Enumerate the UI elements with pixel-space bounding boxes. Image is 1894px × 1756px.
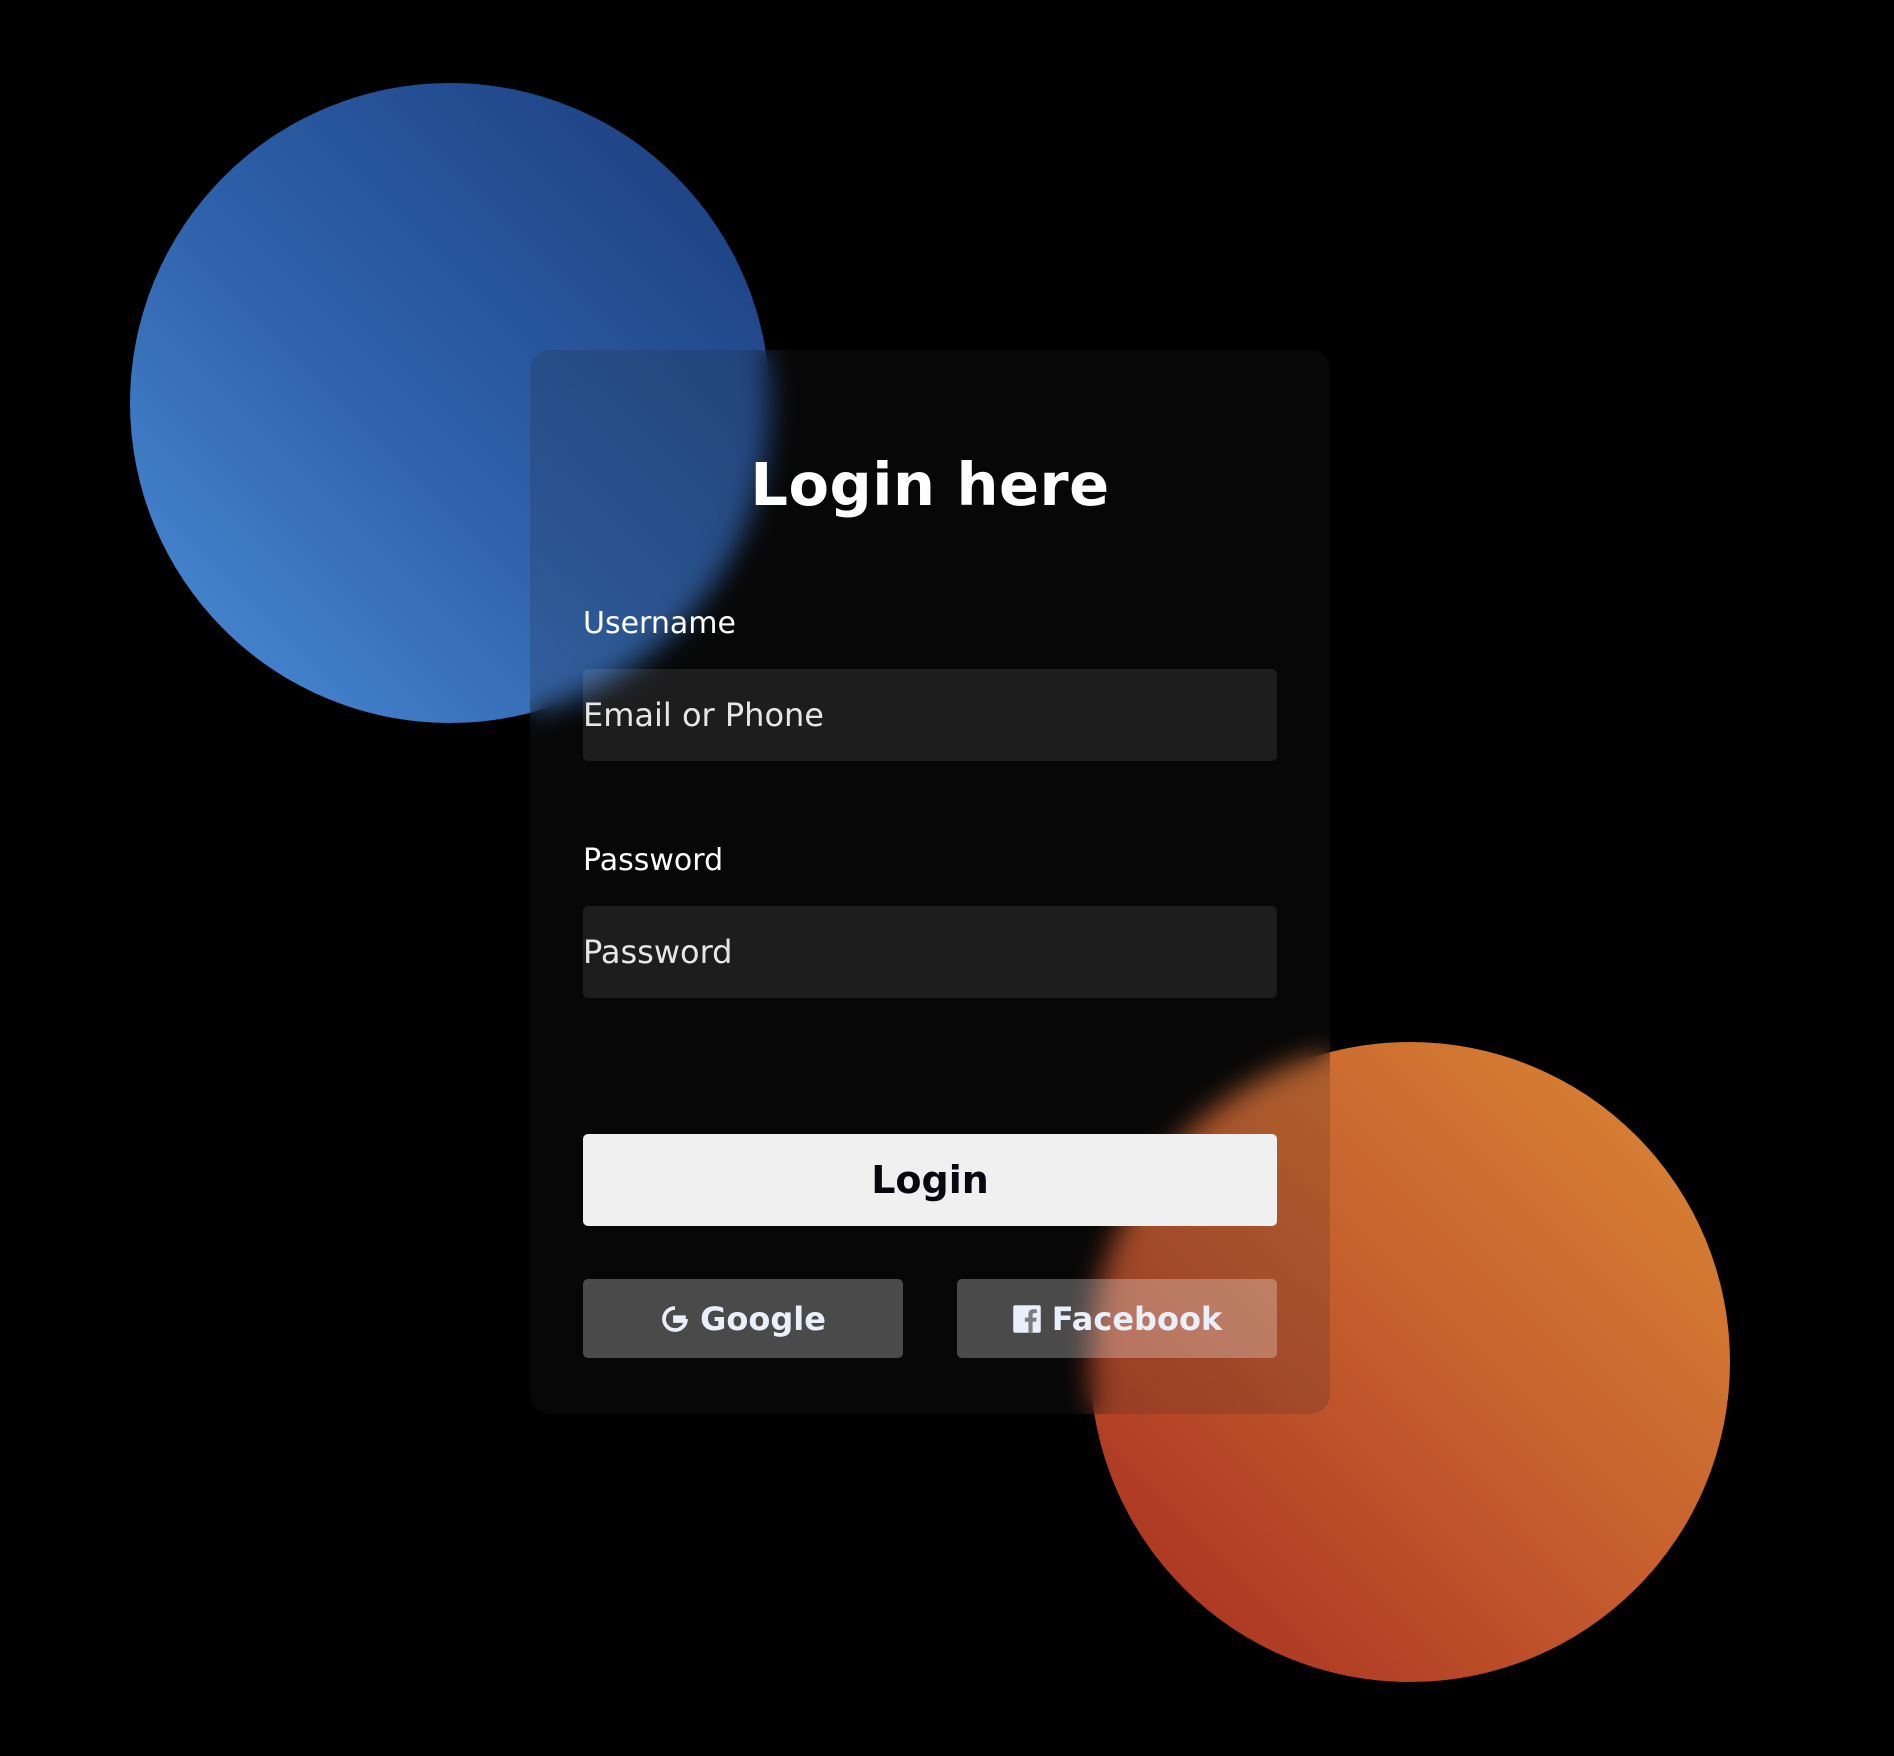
login-button[interactable]: Login (583, 1134, 1277, 1226)
google-g-icon (660, 1304, 690, 1334)
page-title: Login here (750, 450, 1110, 519)
username-label: Username (583, 606, 736, 641)
facebook-login-button[interactable]: Facebook (957, 1279, 1277, 1358)
facebook-f-icon (1012, 1304, 1042, 1334)
username-input[interactable] (583, 669, 1277, 761)
password-label: Password (583, 843, 724, 878)
password-input[interactable] (583, 906, 1277, 998)
login-page: Login here Username Password Login Googl… (0, 0, 1894, 1756)
google-login-button[interactable]: Google (583, 1279, 903, 1358)
facebook-button-label: Facebook (1051, 1299, 1223, 1338)
google-button-label: Google (700, 1299, 826, 1338)
login-card: Login here Username Password Login Googl… (530, 350, 1330, 1414)
